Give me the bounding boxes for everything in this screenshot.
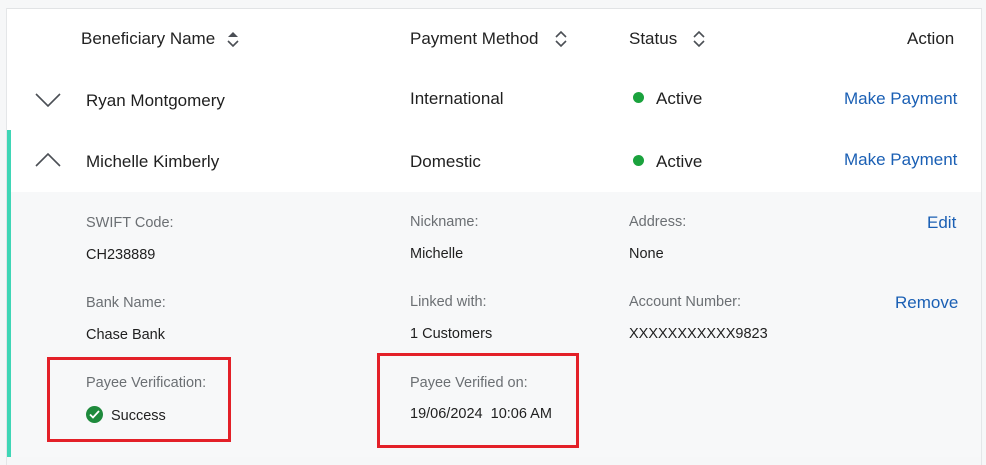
bank-name-label: Bank Name: [86, 295, 166, 311]
highlight-box-payee-verified-on [377, 353, 579, 448]
column-header-label: Status [629, 29, 678, 48]
linked-with-label: Linked with: [410, 294, 487, 310]
make-payment-link[interactable]: Make Payment [844, 89, 957, 109]
table-row[interactable]: Michelle Kimberly Domestic Active Make P… [7, 130, 981, 193]
account-number-value: XXXXXXXXXXX9823 [629, 326, 768, 342]
make-payment-link[interactable]: Make Payment [844, 150, 957, 170]
column-header-label: Beneficiary Name [81, 29, 216, 48]
column-header-beneficiary-name[interactable]: Beneficiary Name [81, 29, 240, 49]
column-header-label: Payment Method [410, 29, 539, 48]
table-row[interactable]: Ryan Montgomery International Active Mak… [7, 69, 981, 131]
address-label: Address: [629, 214, 687, 230]
remove-link[interactable]: Remove [895, 293, 958, 313]
address-value: None [629, 246, 664, 262]
beneficiary-name: Ryan Montgomery [86, 91, 225, 110]
chevron-up-icon[interactable] [35, 152, 61, 172]
column-header-status[interactable]: Status [629, 29, 706, 49]
bank-name-value: Chase Bank [86, 327, 165, 343]
highlight-box-payee-verification [47, 357, 231, 442]
column-header-payment-method[interactable]: Payment Method [410, 29, 568, 49]
status-text: Active [656, 152, 703, 171]
status-badge: Active [633, 152, 702, 172]
status-badge: Active [633, 89, 702, 109]
swift-code-value: CH238889 [86, 247, 156, 263]
edit-link[interactable]: Edit [927, 213, 956, 233]
table-header: Beneficiary Name Payment Method Status A… [7, 8, 981, 70]
account-number-label: Account Number: [629, 294, 742, 310]
linked-with-value: 1 Customers [410, 326, 493, 342]
beneficiary-name: Michelle Kimberly [86, 152, 220, 171]
sort-icon[interactable] [692, 30, 706, 48]
column-header-label: Action [907, 29, 955, 48]
payment-method: Domestic [410, 152, 481, 171]
sort-icon[interactable] [554, 30, 568, 48]
table-bottom-spacer [7, 457, 981, 465]
sort-active-icon[interactable] [226, 30, 240, 48]
chevron-down-icon[interactable] [35, 93, 61, 112]
status-dot-icon [633, 92, 644, 103]
column-header-action: Action [907, 29, 954, 49]
payment-method: International [410, 89, 504, 108]
nickname-value: Michelle [410, 246, 464, 262]
swift-code-label: SWIFT Code: [86, 215, 174, 231]
expanded-row-accent-bar [7, 130, 11, 457]
nickname-label: Nickname: [410, 214, 479, 230]
status-text: Active [656, 89, 703, 108]
status-dot-icon [633, 155, 644, 166]
